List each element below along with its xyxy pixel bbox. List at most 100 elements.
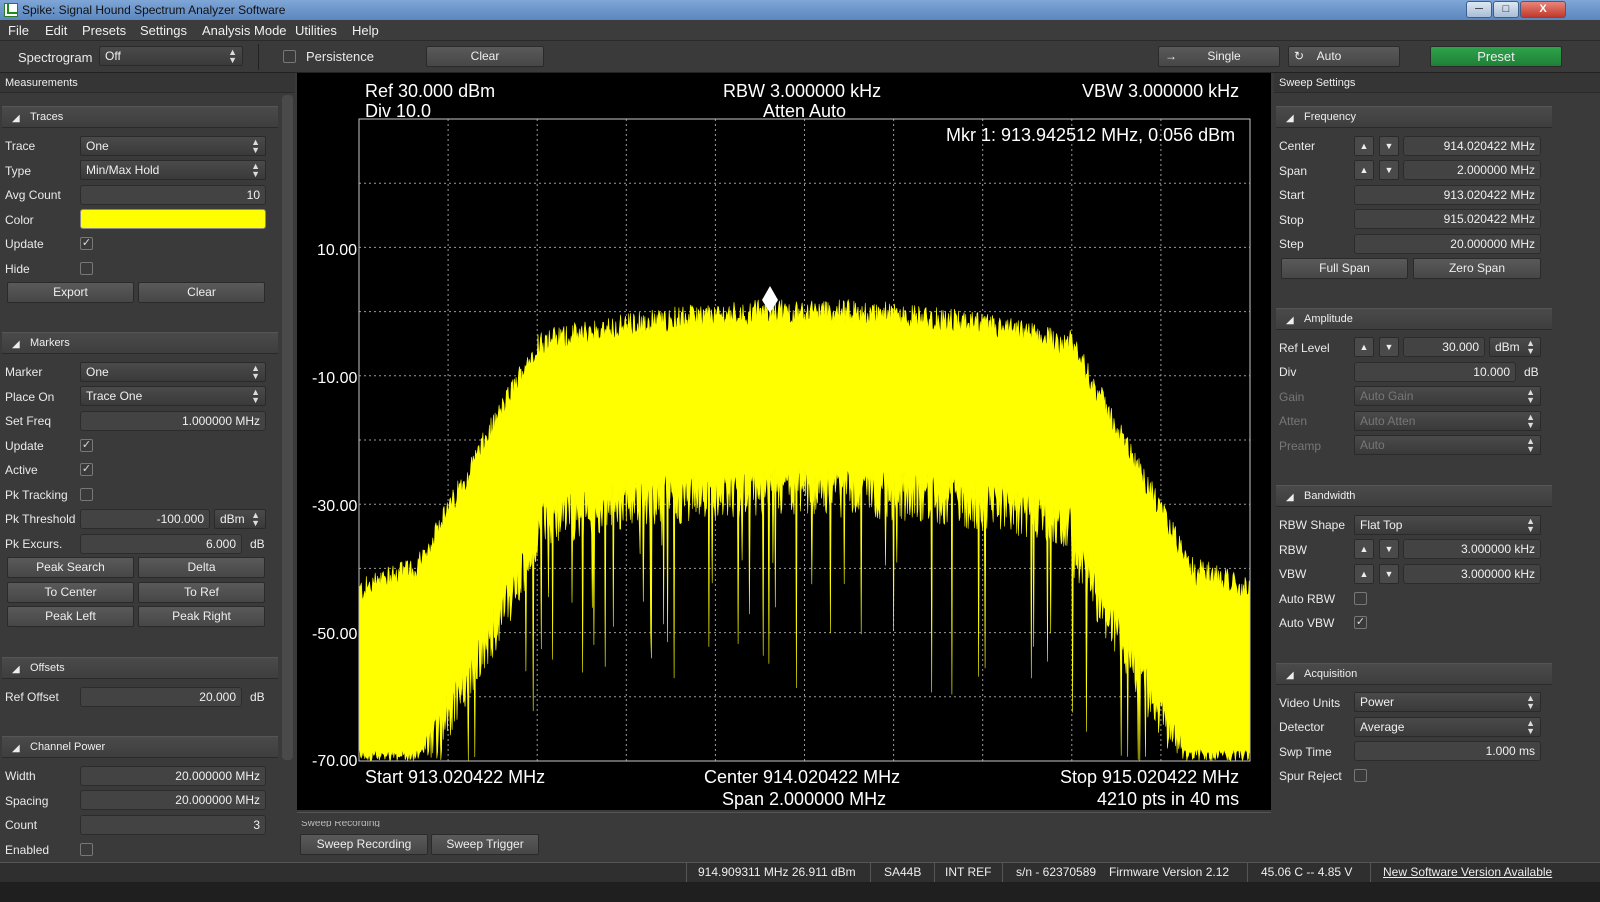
- ref-level-field[interactable]: 30.000: [1403, 337, 1485, 357]
- active-checkbox[interactable]: ✓: [80, 463, 93, 476]
- step-field[interactable]: 20.000000 MHz: [1354, 234, 1541, 254]
- peak-search-button[interactable]: Peak Search: [7, 557, 134, 578]
- auto-sweep-button[interactable]: ↻ Auto: [1288, 46, 1400, 67]
- to-center-button[interactable]: To Center: [7, 582, 134, 603]
- atten-select[interactable]: Auto Atten ▲ ▼: [1354, 411, 1541, 431]
- detector-select[interactable]: Average ▲ ▼: [1354, 717, 1541, 737]
- zero-span-button[interactable]: Zero Span: [1413, 258, 1541, 279]
- update-checkbox[interactable]: ✓: [80, 237, 93, 250]
- menu-edit[interactable]: Edit: [45, 23, 67, 38]
- span-down-button[interactable]: ▼: [1379, 160, 1399, 180]
- vbw-down-button[interactable]: ▼: [1379, 564, 1399, 584]
- spectrogram-select[interactable]: Off ▲ ▼: [99, 46, 243, 66]
- persistence-checkbox[interactable]: [283, 50, 296, 63]
- new-version-link[interactable]: New Software Version Available: [1383, 865, 1552, 879]
- type-select[interactable]: Min/Max Hold ▲ ▼: [80, 160, 266, 180]
- scrollbar[interactable]: [282, 95, 293, 760]
- auto-vbw-checkbox[interactable]: ✓: [1354, 616, 1367, 629]
- menu-analysis-mode[interactable]: Analysis Mode: [202, 23, 287, 38]
- stop-field[interactable]: 915.020422 MHz: [1354, 209, 1541, 229]
- enabled-checkbox[interactable]: [80, 843, 93, 856]
- center-down-button[interactable]: ▼: [1379, 136, 1399, 156]
- peak-right-button[interactable]: Peak Right: [138, 606, 265, 627]
- gain-select[interactable]: Auto Gain ▲ ▼: [1354, 386, 1541, 406]
- delta-button[interactable]: Delta: [138, 557, 265, 578]
- full-span-button[interactable]: Full Span: [1281, 258, 1408, 279]
- menu-help[interactable]: Help: [352, 23, 379, 38]
- offsets-section-header[interactable]: ◢ Offsets: [2, 657, 278, 679]
- place-on-select[interactable]: Trace One ▲ ▼: [80, 386, 266, 406]
- frequency-section-header[interactable]: ◢ Frequency: [1276, 106, 1552, 128]
- status-bar: 914.909311 MHz 26.911 dBm SA44B INT REF …: [0, 862, 1600, 883]
- swp-time-field[interactable]: 1.000 ms: [1354, 741, 1541, 761]
- minimize-button[interactable]: ─: [1466, 1, 1492, 18]
- ref-level-up-button[interactable]: ▲: [1354, 337, 1374, 357]
- center-field[interactable]: 914.020422 MHz: [1403, 136, 1541, 156]
- updown-arrow-icon: ▲ ▼: [1526, 693, 1535, 711]
- ref-offset-field[interactable]: 20.000: [80, 687, 242, 707]
- maximize-button[interactable]: □: [1493, 1, 1519, 18]
- count-field[interactable]: 3: [80, 815, 266, 835]
- rbw-up-button[interactable]: ▲: [1354, 539, 1374, 559]
- export-button[interactable]: Export: [7, 282, 134, 303]
- marker-select[interactable]: One ▲ ▼: [80, 362, 266, 382]
- spacing-field[interactable]: 20.000000 MHz: [80, 790, 266, 810]
- span-up-button[interactable]: ▲: [1354, 160, 1374, 180]
- clear-trace-button[interactable]: Clear: [138, 282, 265, 303]
- auto-rbw-checkbox[interactable]: [1354, 592, 1367, 605]
- count-label: Count: [5, 818, 38, 832]
- spectrum-display[interactable]: Ref 30.000 dBm Div 10.0 RBW 3.000000 kHz…: [297, 73, 1271, 810]
- ref-level-unit-select[interactable]: dBm ▲ ▼: [1489, 337, 1541, 357]
- video-units-select[interactable]: Power ▲ ▼: [1354, 692, 1541, 712]
- width-field[interactable]: 20.000000 MHz: [80, 766, 266, 786]
- type-value: Min/Max Hold: [86, 163, 160, 177]
- menu-utilities[interactable]: Utilities: [295, 23, 337, 38]
- set-freq-field[interactable]: 1.000000 MHz: [80, 411, 266, 431]
- ref-level-down-button[interactable]: ▼: [1379, 337, 1399, 357]
- peak-left-button[interactable]: Peak Left: [7, 606, 134, 627]
- single-sweep-button[interactable]: → Single: [1158, 46, 1280, 67]
- acquisition-section-header[interactable]: ◢ Acquisition: [1276, 663, 1552, 685]
- pk-excursion-field[interactable]: 6.000: [80, 534, 242, 554]
- clear-persistence-button[interactable]: Clear: [426, 46, 544, 67]
- trace-select[interactable]: One ▲ ▼: [80, 136, 266, 156]
- rbw-field[interactable]: 3.000000 kHz: [1403, 539, 1541, 559]
- pk-threshold-field[interactable]: -100.000: [80, 509, 210, 529]
- menu-file[interactable]: File: [8, 23, 29, 38]
- pk-excursion-label: Pk Excurs.: [5, 537, 63, 551]
- spur-reject-checkbox[interactable]: [1354, 769, 1367, 782]
- center-up-button[interactable]: ▲: [1354, 136, 1374, 156]
- rbw-down-button[interactable]: ▼: [1379, 539, 1399, 559]
- rbw-shape-select[interactable]: Flat Top ▲ ▼: [1354, 515, 1541, 535]
- amplitude-section-header[interactable]: ◢ Amplitude: [1276, 308, 1552, 330]
- channel-power-section-header[interactable]: ◢ Channel Power: [2, 736, 278, 758]
- menu-settings[interactable]: Settings: [140, 23, 187, 38]
- marker-label: Marker: [5, 365, 43, 379]
- marker-update-checkbox[interactable]: ✓: [80, 439, 93, 452]
- menu-presets[interactable]: Presets: [82, 23, 126, 38]
- to-ref-button[interactable]: To Ref: [138, 582, 265, 603]
- div-field[interactable]: 10.000: [1354, 362, 1516, 382]
- span-field[interactable]: 2.000000 MHz: [1403, 160, 1541, 180]
- preset-button[interactable]: Preset: [1430, 46, 1562, 67]
- pk-threshold-unit-select[interactable]: dBm ▲ ▼: [214, 509, 266, 529]
- pk-tracking-checkbox[interactable]: [80, 488, 93, 501]
- sweep-trigger-button[interactable]: Sweep Trigger: [431, 834, 539, 855]
- color-label: Color: [5, 213, 34, 227]
- y-tick-label: -10.00: [312, 370, 358, 387]
- traces-section-header[interactable]: ◢ Traces: [2, 106, 278, 128]
- close-button[interactable]: X: [1520, 1, 1566, 18]
- updown-arrow-icon: ▲ ▼: [251, 161, 260, 179]
- trace-color-swatch[interactable]: [80, 209, 266, 229]
- bottom-strip: [0, 882, 1600, 902]
- start-field[interactable]: 913.020422 MHz: [1354, 185, 1541, 205]
- hide-checkbox[interactable]: [80, 262, 93, 275]
- avg-count-field[interactable]: 10: [80, 185, 266, 205]
- sweep-recording-button[interactable]: Sweep Recording: [300, 834, 428, 855]
- menu-bar: File Edit Presets Settings Analysis Mode…: [0, 20, 1600, 41]
- bandwidth-section-header[interactable]: ◢ Bandwidth: [1276, 485, 1552, 507]
- vbw-field[interactable]: 3.000000 kHz: [1403, 564, 1541, 584]
- preamp-select[interactable]: Auto ▲ ▼: [1354, 435, 1541, 455]
- vbw-up-button[interactable]: ▲: [1354, 564, 1374, 584]
- markers-section-header[interactable]: ◢ Markers: [2, 332, 278, 354]
